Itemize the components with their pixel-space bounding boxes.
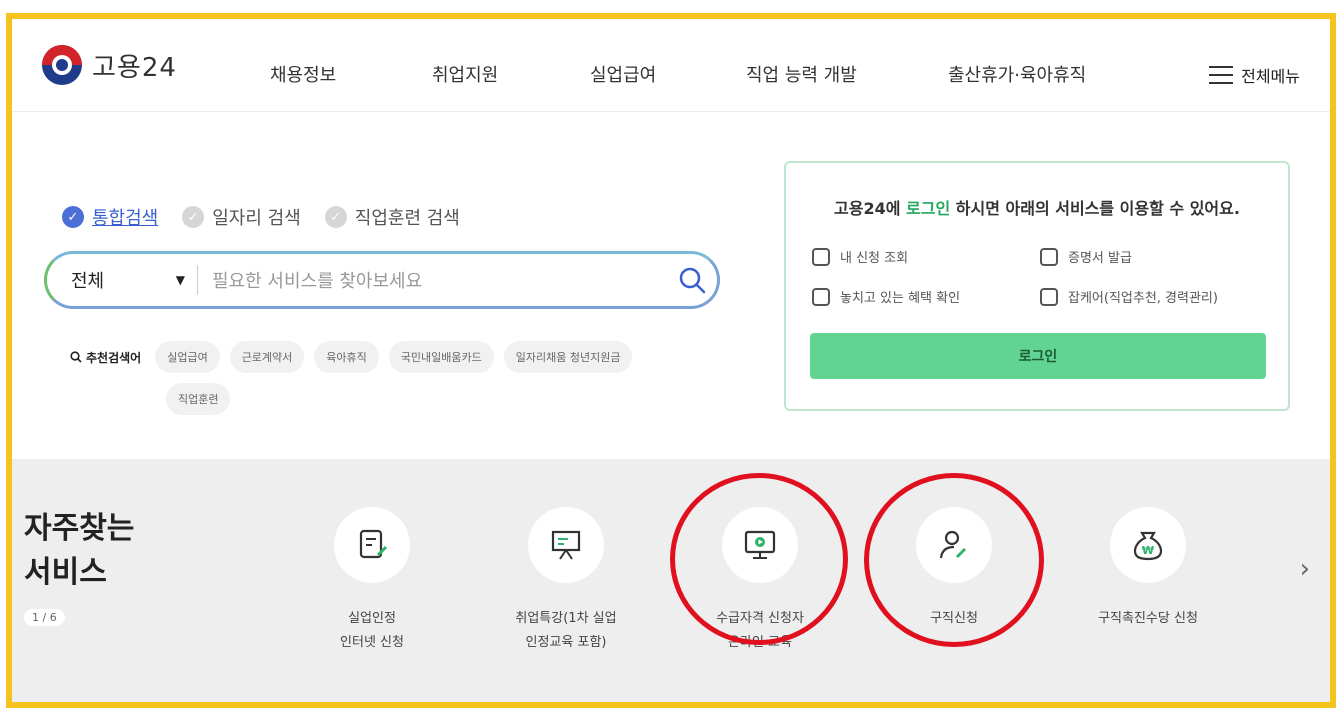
- next-arrow-icon[interactable]: ›: [1300, 554, 1310, 584]
- login-prompt: 고용24에 로그인 하시면 아래의 서비스를 이용할 수 있어요.: [834, 199, 1240, 218]
- service-my-applications[interactable]: 내 신청 조회: [812, 247, 908, 266]
- keyword-chip[interactable]: 국민내일배움카드: [388, 341, 494, 373]
- site-header: 고용24 채용정보 취업지원 실업급여 직업 능력 개발 출산휴가·육아휴직 전…: [12, 19, 1330, 112]
- nav-item-skills-development[interactable]: 직업 능력 개발: [746, 61, 857, 87]
- service-item-unemployment-recognition[interactable]: 실업인정 인터넷 신청: [282, 507, 462, 655]
- frequent-services-heading: 자주찾는 서비스: [24, 511, 135, 590]
- keyword-chip[interactable]: 직업훈련: [166, 383, 231, 415]
- keyword-chip[interactable]: 일자리채움 청년지원금: [503, 341, 633, 373]
- money-bag-icon: ₩: [1110, 507, 1186, 583]
- search-bar: 전체 ▼ 필요한 서비스를 찾아보세요: [44, 251, 720, 309]
- tab-integrated-search[interactable]: ✓ 통합검색: [62, 204, 158, 230]
- keyword-chip[interactable]: 실업급여: [155, 341, 220, 373]
- recommended-title: 추천검색어: [70, 349, 141, 366]
- search-icon: [70, 351, 82, 363]
- taegeuk-logo-icon: [42, 45, 82, 85]
- search-button[interactable]: [667, 266, 717, 294]
- nav-item-jobs[interactable]: 채용정보: [270, 61, 336, 87]
- all-menu-label: 전체메뉴: [1241, 67, 1300, 86]
- nav-item-parental-leave[interactable]: 출산휴가·육아휴직: [948, 61, 1086, 87]
- search-type-tabs: ✓ 통합검색 ✓ 일자리 검색 ✓ 직업훈련 검색: [62, 204, 484, 230]
- document-search-icon: [812, 287, 830, 306]
- check-icon: ✓: [324, 206, 347, 228]
- document-gear-icon: [1040, 287, 1058, 306]
- site-logo[interactable]: 고용24: [42, 45, 177, 85]
- check-icon: ✓: [182, 206, 205, 228]
- dropdown-arrow-icon: ▼: [175, 273, 185, 287]
- login-button[interactable]: 로그인: [810, 333, 1266, 379]
- check-icon: ✓: [62, 206, 84, 228]
- brand-name: 고용24: [92, 52, 177, 83]
- keyword-chip[interactable]: 근로계약서: [229, 341, 305, 373]
- annotation-circle: [864, 473, 1044, 647]
- category-select[interactable]: 전체 ▼: [47, 267, 197, 293]
- nav-item-employment-support[interactable]: 취업지원: [432, 61, 498, 87]
- search-input[interactable]: 필요한 서비스를 찾아보세요: [198, 267, 667, 293]
- annotation-circle: [670, 473, 848, 645]
- svg-text:₩: ₩: [1142, 544, 1154, 557]
- presentation-board-icon: [528, 507, 604, 583]
- tab-job-search[interactable]: ✓ 일자리 검색: [182, 204, 301, 230]
- document-pen-icon: [334, 507, 410, 583]
- search-icon: [679, 267, 706, 294]
- all-menu-button[interactable]: 전체메뉴: [1209, 63, 1300, 87]
- keyword-chip[interactable]: 육아휴직: [314, 341, 379, 373]
- service-item-employment-lecture[interactable]: 취업특강(1차 실업 인정교육 포함): [476, 507, 656, 655]
- service-jobcare[interactable]: 잡케어(직업추천, 경력관리): [1040, 287, 1218, 306]
- login-link[interactable]: 로그인: [906, 199, 950, 218]
- page-indicator: 1 / 6: [24, 609, 65, 626]
- certificate-icon: [1040, 247, 1058, 266]
- service-item-job-seeking-allowance[interactable]: ₩ 구직촉진수당 신청: [1058, 507, 1238, 631]
- nav-item-unemployment-benefits[interactable]: 실업급여: [590, 61, 656, 87]
- hamburger-icon: [1209, 66, 1234, 84]
- login-panel: 고용24에 로그인 하시면 아래의 서비스를 이용할 수 있어요. 내 신청 조…: [784, 161, 1290, 411]
- service-certificates[interactable]: 증명서 발급: [1040, 247, 1132, 266]
- frequent-services-section: 자주찾는 서비스 1 / 6 실업인정 인터넷 신청 취업특강(1차 실업 인정교육…: [12, 459, 1330, 702]
- service-missed-benefits[interactable]: 놓치고 있는 혜택 확인: [812, 287, 960, 306]
- tab-training-search[interactable]: ✓ 직업훈련 검색: [324, 204, 460, 230]
- recommended-keywords: 추천검색어 실업급여 근로계약서 육아휴직 국민내일배움카드 일자리채움 청년지…: [70, 341, 710, 425]
- screenshot-frame: 고용24 채용정보 취업지원 실업급여 직업 능력 개발 출산휴가·육아휴직 전…: [6, 13, 1336, 708]
- list-icon: [812, 247, 830, 266]
